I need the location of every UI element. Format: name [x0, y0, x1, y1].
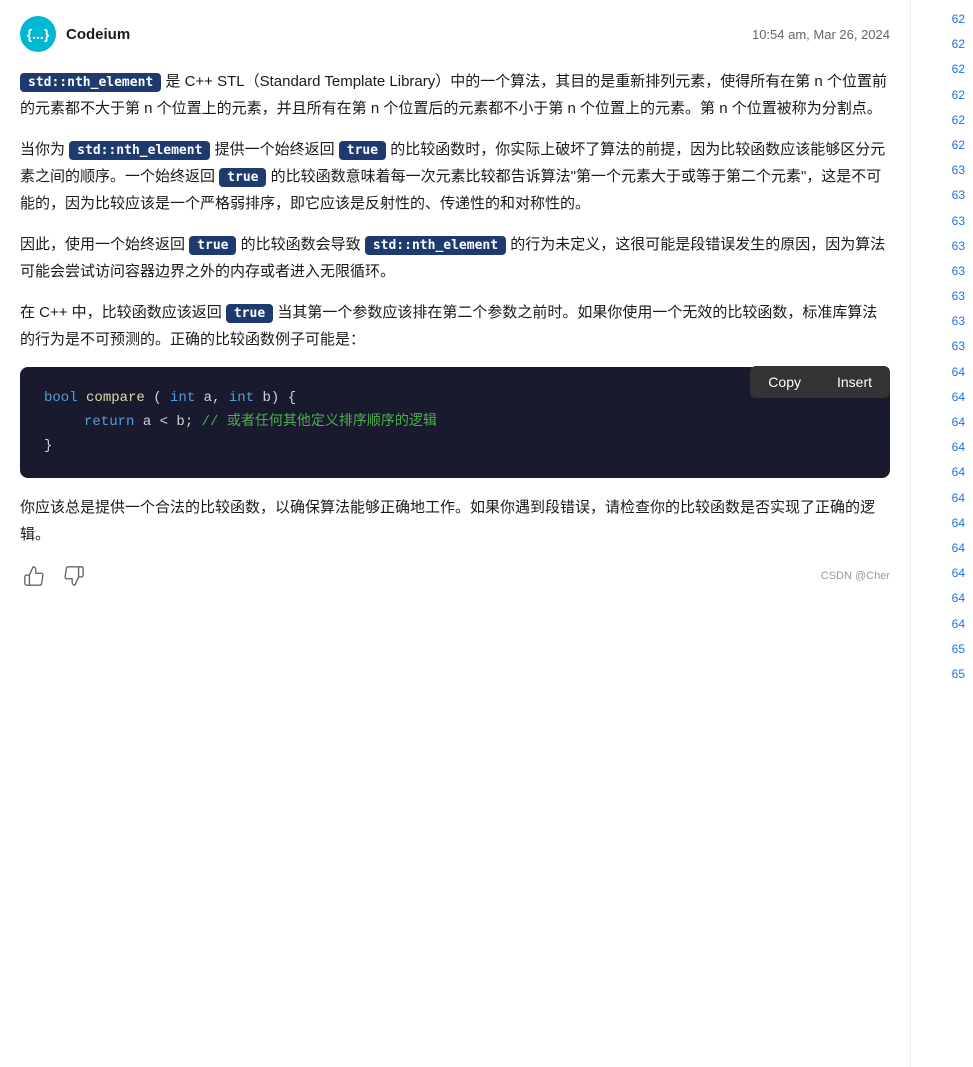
copy-button[interactable]: Copy	[750, 366, 819, 398]
sender-info: {...} Codeium	[20, 16, 130, 52]
line-number[interactable]: 64	[915, 613, 969, 636]
line-number[interactable]: 64	[915, 512, 969, 535]
line-number[interactable]: 62	[915, 33, 969, 56]
line-number[interactable]: 63	[915, 260, 969, 283]
line-number[interactable]: 64	[915, 537, 969, 560]
code-block-wrapper: Copy Insert bool compare ( int a, int b)…	[20, 367, 890, 478]
dislike-button[interactable]	[60, 562, 88, 590]
watermark: CSDN @Cher	[821, 570, 890, 582]
line-number[interactable]: 63	[915, 310, 969, 333]
avatar: {...}	[20, 16, 56, 52]
keyword-bool: bool	[44, 390, 78, 406]
line-number[interactable]: 64	[915, 361, 969, 384]
message-header: {...} Codeium 10:54 am, Mar 26, 2024	[20, 16, 890, 52]
line-number[interactable]: 63	[915, 285, 969, 308]
code-line-3: }	[44, 435, 866, 459]
line-number[interactable]: 65	[915, 663, 969, 686]
code-line-1: bool compare ( int a, int b) {	[44, 387, 866, 411]
keyword-int-2: int	[229, 390, 254, 406]
inline-code-nth-element-3: std::nth_element	[365, 236, 506, 255]
code-actions-toolbar: Copy Insert	[750, 366, 890, 398]
line-number[interactable]: 63	[915, 159, 969, 182]
paragraph-4: 在 C++ 中，比较函数应该返回 true 当其第一个参数应该排在第二个参数之前…	[20, 299, 890, 353]
line-number[interactable]: 65	[915, 638, 969, 661]
function-name: compare	[86, 390, 145, 406]
line-number[interactable]: 64	[915, 411, 969, 434]
line-number[interactable]: 63	[915, 235, 969, 258]
line-number[interactable]: 64	[915, 487, 969, 510]
line-number[interactable]: 62	[915, 134, 969, 157]
paragraph-3: 因此，使用一个始终返回 true 的比较函数会导致 std::nth_eleme…	[20, 231, 890, 285]
insert-button[interactable]: Insert	[819, 366, 890, 398]
inline-code-nth-element-2: std::nth_element	[69, 141, 210, 160]
timestamp: 10:54 am, Mar 26, 2024	[752, 27, 890, 42]
feedback-icons	[20, 562, 88, 590]
last-paragraph: 你应该总是提供一个合法的比较函数，以确保算法能够正确地工作。如果你遇到段错误，请…	[20, 494, 890, 548]
line-number[interactable]: 64	[915, 562, 969, 585]
inline-code-nth-element-1: std::nth_element	[20, 73, 161, 92]
line-number[interactable]: 64	[915, 587, 969, 610]
line-number[interactable]: 63	[915, 335, 969, 358]
sender-name: Codeium	[66, 26, 130, 43]
code-comment: // 或者任何其他定义排序顺序的逻辑	[202, 414, 437, 430]
inline-code-true-2: true	[219, 168, 266, 187]
line-number[interactable]: 63	[915, 184, 969, 207]
paragraph-2: 当你为 std::nth_element 提供一个始终返回 true 的比较函数…	[20, 136, 890, 217]
inline-code-true-3: true	[189, 236, 236, 255]
line-number[interactable]: 64	[915, 386, 969, 409]
line-number[interactable]: 63	[915, 210, 969, 233]
line-number[interactable]: 62	[915, 8, 969, 31]
like-button[interactable]	[20, 562, 48, 590]
right-sidebar: 62 62 62 62 62 62 63 63 63 63 63 63 63 6…	[910, 0, 973, 1067]
line-number[interactable]: 62	[915, 109, 969, 132]
code-line-2: return a < b; // 或者任何其他定义排序顺序的逻辑	[44, 411, 866, 435]
line-number[interactable]: 64	[915, 461, 969, 484]
message-footer: CSDN @Cher	[20, 562, 890, 590]
line-number[interactable]: 64	[915, 436, 969, 459]
message-body: std::nth_element 是 C++ STL（Standard Temp…	[20, 68, 890, 548]
inline-code-true-1: true	[339, 141, 386, 160]
line-number[interactable]: 62	[915, 58, 969, 81]
keyword-return: return	[84, 414, 134, 430]
line-number[interactable]: 62	[915, 84, 969, 107]
paragraph-1: std::nth_element 是 C++ STL（Standard Temp…	[20, 68, 890, 122]
inline-code-true-4: true	[226, 304, 273, 323]
keyword-int-1: int	[170, 390, 195, 406]
